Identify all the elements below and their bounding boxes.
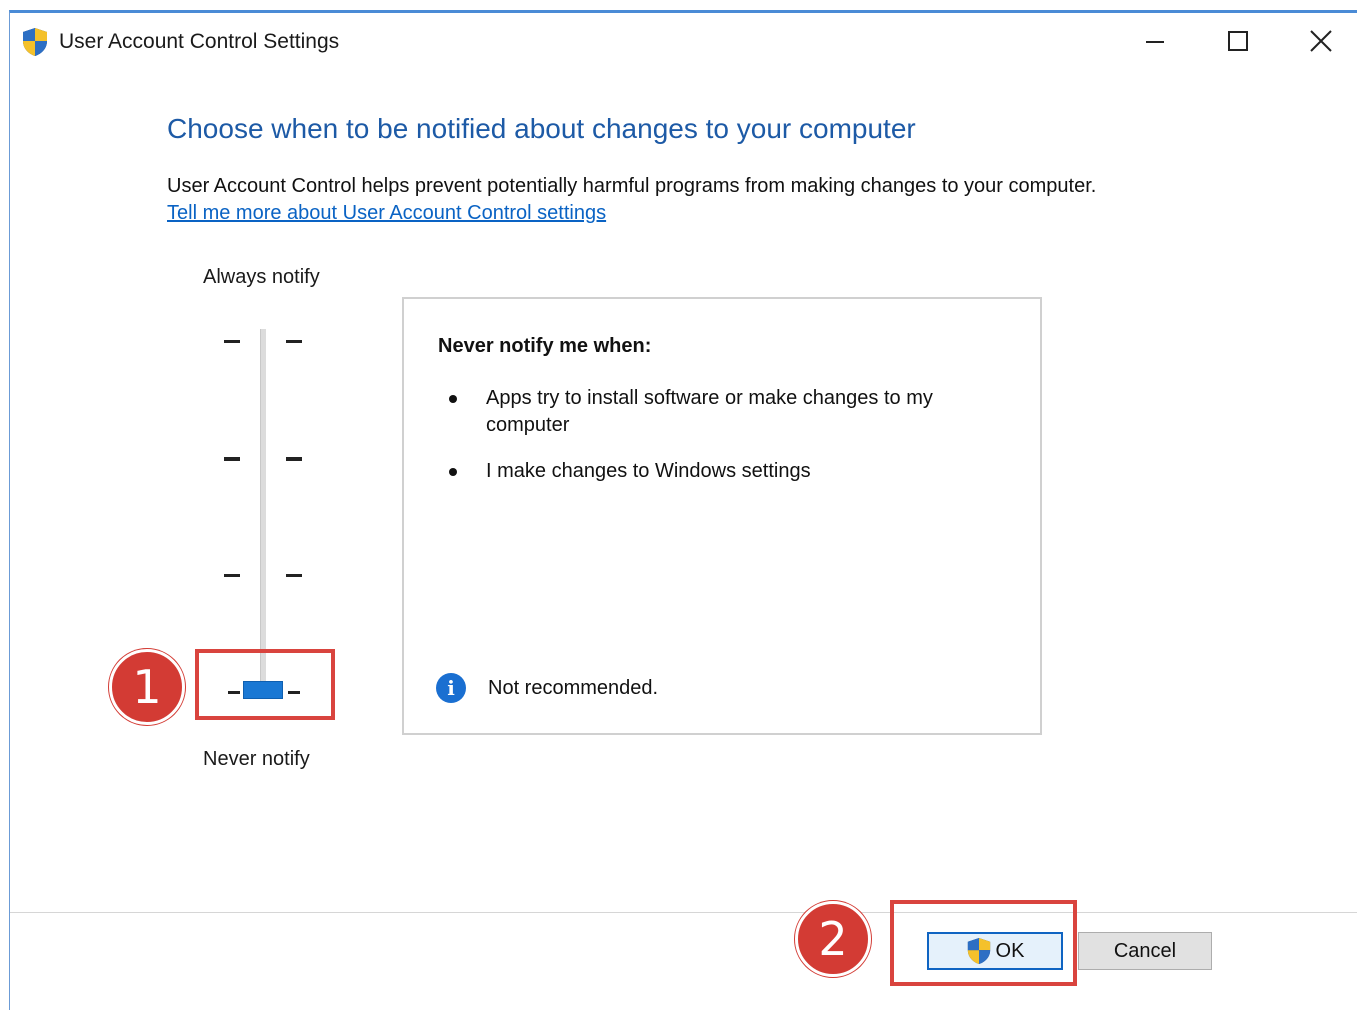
description-text: User Account Control helps prevent poten… bbox=[167, 175, 1097, 197]
cancel-button[interactable]: Cancel bbox=[1078, 932, 1212, 970]
ok-button[interactable]: OK bbox=[927, 932, 1063, 970]
panel-note: i Not recommended. bbox=[436, 673, 658, 703]
minimize-icon bbox=[1146, 41, 1164, 43]
info-icon: i bbox=[436, 673, 466, 703]
uac-settings-window: User Account Control Settings Choose whe… bbox=[9, 10, 1357, 1010]
close-icon bbox=[1310, 30, 1332, 52]
note-text: Not recommended. bbox=[488, 676, 659, 699]
panel-title: Never notify me when: bbox=[438, 335, 652, 357]
slider-track[interactable] bbox=[260, 329, 266, 689]
page-heading: Choose when to be notified about changes… bbox=[167, 113, 916, 144]
step1-highlight-box bbox=[195, 649, 335, 720]
level-description-panel: Never notify me when: Apps try to instal… bbox=[402, 297, 1042, 735]
slider-tick bbox=[224, 457, 240, 461]
slider-bottom-label: Never notify bbox=[203, 748, 310, 770]
slider-tick bbox=[286, 574, 302, 577]
cancel-button-label: Cancel bbox=[1113, 939, 1177, 962]
slider-tick bbox=[224, 340, 240, 343]
step1-badge: 1 bbox=[109, 649, 185, 725]
step2-badge: 2 bbox=[795, 901, 871, 977]
slider-top-label: Always notify bbox=[203, 266, 320, 288]
minimize-button[interactable] bbox=[1120, 13, 1190, 69]
uac-shield-icon bbox=[23, 28, 47, 56]
maximize-button[interactable] bbox=[1203, 13, 1273, 69]
window-title: User Account Control Settings bbox=[59, 30, 340, 53]
slider-tick bbox=[224, 574, 240, 577]
maximize-icon bbox=[1228, 31, 1248, 51]
uac-shield-icon bbox=[967, 938, 990, 964]
learn-more-link[interactable]: Tell me more about User Account Control … bbox=[167, 202, 606, 225]
footer-divider bbox=[10, 912, 1357, 913]
close-button[interactable] bbox=[1286, 13, 1356, 69]
list-item: I make changes to Windows settings bbox=[440, 458, 1000, 485]
title-bar[interactable]: User Account Control Settings bbox=[10, 13, 1357, 69]
ok-button-label: OK bbox=[995, 939, 1025, 962]
list-item: Apps try to install software or make cha… bbox=[440, 385, 1000, 439]
slider-tick bbox=[286, 457, 302, 461]
panel-list: Apps try to install software or make cha… bbox=[440, 385, 1000, 504]
slider-tick bbox=[286, 340, 302, 343]
